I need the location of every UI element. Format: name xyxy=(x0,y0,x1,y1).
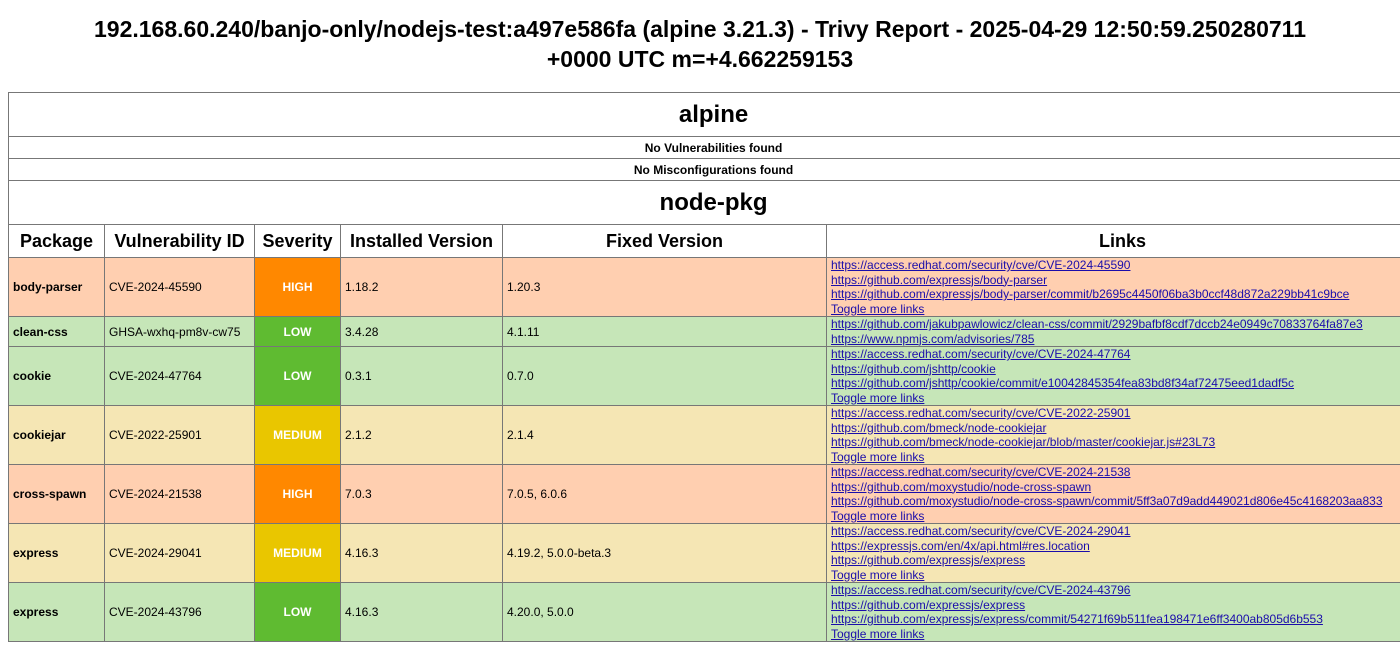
links-cell: https://access.redhat.com/security/cve/C… xyxy=(825,346,1400,406)
reference-link[interactable]: https://github.com/moxystudio/node-cross… xyxy=(831,494,1400,509)
vulnerability-id: CVE-2024-45590 xyxy=(104,257,255,317)
reference-link[interactable]: https://expressjs.com/en/4x/api.html#res… xyxy=(831,539,1400,554)
installed-version: 4.16.3 xyxy=(340,582,503,642)
severity-badge: MEDIUM xyxy=(254,523,341,583)
toggle-more-links[interactable]: Toggle more links xyxy=(831,391,1400,405)
reference-link[interactable]: https://access.redhat.com/security/cve/C… xyxy=(831,525,1400,539)
reference-link[interactable]: https://github.com/moxystudio/node-cross… xyxy=(831,480,1400,495)
reference-link[interactable]: https://access.redhat.com/security/cve/C… xyxy=(831,466,1400,480)
report-title-line1: 192.168.60.240/banjo-only/nodejs-test:a4… xyxy=(94,16,1306,42)
fixed-version: 4.1.11 xyxy=(502,316,827,347)
installed-version: 0.3.1 xyxy=(340,346,503,406)
reference-link[interactable]: https://access.redhat.com/security/cve/C… xyxy=(831,348,1400,362)
severity-badge: HIGH xyxy=(254,464,341,524)
target-name-alpine: alpine xyxy=(7,92,1400,137)
package-name: body-parser xyxy=(8,257,105,317)
vulnerability-id: CVE-2022-25901 xyxy=(104,405,255,465)
report-table: alpine No Vulnerabilities found No Misco… xyxy=(7,92,1400,642)
table-row: express CVE-2024-29041 MEDIUM 4.16.3 4.19.2,… xyxy=(8,523,1400,583)
no-vulnerabilities-row: No Vulnerabilities found xyxy=(7,136,1400,159)
vulnerability-id: CVE-2024-21538 xyxy=(104,464,255,524)
toggle-more-links[interactable]: Toggle more links xyxy=(831,509,1400,523)
fixed-version: 4.19.2, 5.0.0-beta.3 xyxy=(502,523,827,583)
reference-link[interactable]: https://github.com/jshttp/cookie xyxy=(831,362,1400,377)
report-title: 192.168.60.240/banjo-only/nodejs-test:a4… xyxy=(0,14,1400,74)
column-header-links: Links xyxy=(825,224,1400,258)
package-name: cookie xyxy=(8,346,105,406)
toggle-more-links[interactable]: Toggle more links xyxy=(831,627,1400,641)
column-header-vulnerability-id: Vulnerability ID xyxy=(104,224,255,258)
reference-link[interactable]: https://access.redhat.com/security/cve/C… xyxy=(831,259,1400,273)
severity-badge: LOW xyxy=(254,582,341,642)
table-row: cookie CVE-2024-47764 LOW 0.3.1 0.7.0 https:/… xyxy=(8,346,1400,406)
reference-link[interactable]: https://access.redhat.com/security/cve/C… xyxy=(831,407,1400,421)
table-row: cookiejar CVE-2022-25901 MEDIUM 2.1.2 2.1.4 h… xyxy=(8,405,1400,465)
toggle-more-links[interactable]: Toggle more links xyxy=(831,302,1400,316)
fixed-version: 0.7.0 xyxy=(502,346,827,406)
no-misconfigurations-text: No Misconfigurations found xyxy=(7,158,1400,181)
links-cell: https://github.com/jakubpawlowicz/clean-… xyxy=(825,316,1400,347)
package-name: express xyxy=(8,523,105,583)
severity-badge: MEDIUM xyxy=(254,405,341,465)
reference-link[interactable]: https://github.com/jshttp/cookie/commit/… xyxy=(831,376,1400,391)
target-name-node-pkg: node-pkg xyxy=(7,180,1400,225)
column-header-row: Package Vulnerability ID Severity Instal… xyxy=(8,224,1400,258)
installed-version: 2.1.2 xyxy=(340,405,503,465)
table-row: clean-css GHSA-wxhq-pm8v-cw75 LOW 3.4.28 4.1… xyxy=(8,316,1400,347)
table-row: cross-spawn CVE-2024-21538 HIGH 7.0.3 7.0.5,… xyxy=(8,464,1400,524)
reference-link[interactable]: https://access.redhat.com/security/cve/C… xyxy=(831,584,1400,598)
severity-badge: HIGH xyxy=(254,257,341,317)
fixed-version: 1.20.3 xyxy=(502,257,827,317)
column-header-package: Package xyxy=(8,224,105,258)
no-vulnerabilities-text: No Vulnerabilities found xyxy=(7,136,1400,159)
installed-version: 4.16.3 xyxy=(340,523,503,583)
reference-link[interactable]: https://github.com/jakubpawlowicz/clean-… xyxy=(831,318,1400,332)
reference-link[interactable]: https://github.com/expressjs/express xyxy=(831,553,1400,568)
target-header-alpine: alpine xyxy=(7,92,1400,137)
toggle-more-links[interactable]: Toggle more links xyxy=(831,568,1400,582)
vulnerability-id: CVE-2024-43796 xyxy=(104,582,255,642)
links-cell: https://access.redhat.com/security/cve/C… xyxy=(825,464,1400,524)
installed-version: 7.0.3 xyxy=(340,464,503,524)
report-title-line2: +0000 UTC m=+4.662259153 xyxy=(546,46,854,72)
package-name: cookiejar xyxy=(8,405,105,465)
reference-link[interactable]: https://github.com/expressjs/body-parser… xyxy=(831,287,1400,302)
table-row: body-parser CVE-2024-45590 HIGH 1.18.2 1.20.… xyxy=(8,257,1400,317)
links-cell: https://access.redhat.com/security/cve/C… xyxy=(825,405,1400,465)
reference-link[interactable]: https://github.com/expressjs/express/com… xyxy=(831,612,1400,627)
no-misconfigurations-row: No Misconfigurations found xyxy=(7,158,1400,181)
fixed-version: 2.1.4 xyxy=(502,405,827,465)
reference-link[interactable]: https://github.com/expressjs/body-parser xyxy=(831,273,1400,288)
links-cell: https://access.redhat.com/security/cve/C… xyxy=(825,257,1400,317)
links-cell: https://access.redhat.com/security/cve/C… xyxy=(825,582,1400,642)
reference-link[interactable]: https://www.npmjs.com/advisories/785 xyxy=(831,332,1400,346)
reference-link[interactable]: https://github.com/bmeck/node-cookiejar/… xyxy=(831,435,1400,450)
links-cell: https://access.redhat.com/security/cve/C… xyxy=(825,523,1400,583)
reference-link[interactable]: https://github.com/bmeck/node-cookiejar xyxy=(831,421,1400,436)
installed-version: 1.18.2 xyxy=(340,257,503,317)
package-name: clean-css xyxy=(8,316,105,347)
package-name: express xyxy=(8,582,105,642)
installed-version: 3.4.28 xyxy=(340,316,503,347)
fixed-version: 7.0.5, 6.0.6 xyxy=(502,464,827,524)
column-header-installed-version: Installed Version xyxy=(340,224,503,258)
column-header-fixed-version: Fixed Version xyxy=(502,224,827,258)
severity-badge: LOW xyxy=(254,346,341,406)
fixed-version: 4.20.0, 5.0.0 xyxy=(502,582,827,642)
package-name: cross-spawn xyxy=(8,464,105,524)
severity-badge: LOW xyxy=(254,316,341,347)
reference-link[interactable]: https://github.com/expressjs/express xyxy=(831,598,1400,613)
table-row: express CVE-2024-43796 LOW 4.16.3 4.20.0, 5.… xyxy=(8,582,1400,642)
column-header-severity: Severity xyxy=(254,224,341,258)
vulnerability-id: CVE-2024-47764 xyxy=(104,346,255,406)
target-header-node-pkg: node-pkg xyxy=(7,180,1400,225)
vulnerability-id: GHSA-wxhq-pm8v-cw75 xyxy=(104,316,255,347)
toggle-more-links[interactable]: Toggle more links xyxy=(831,450,1400,464)
vulnerability-id: CVE-2024-29041 xyxy=(104,523,255,583)
